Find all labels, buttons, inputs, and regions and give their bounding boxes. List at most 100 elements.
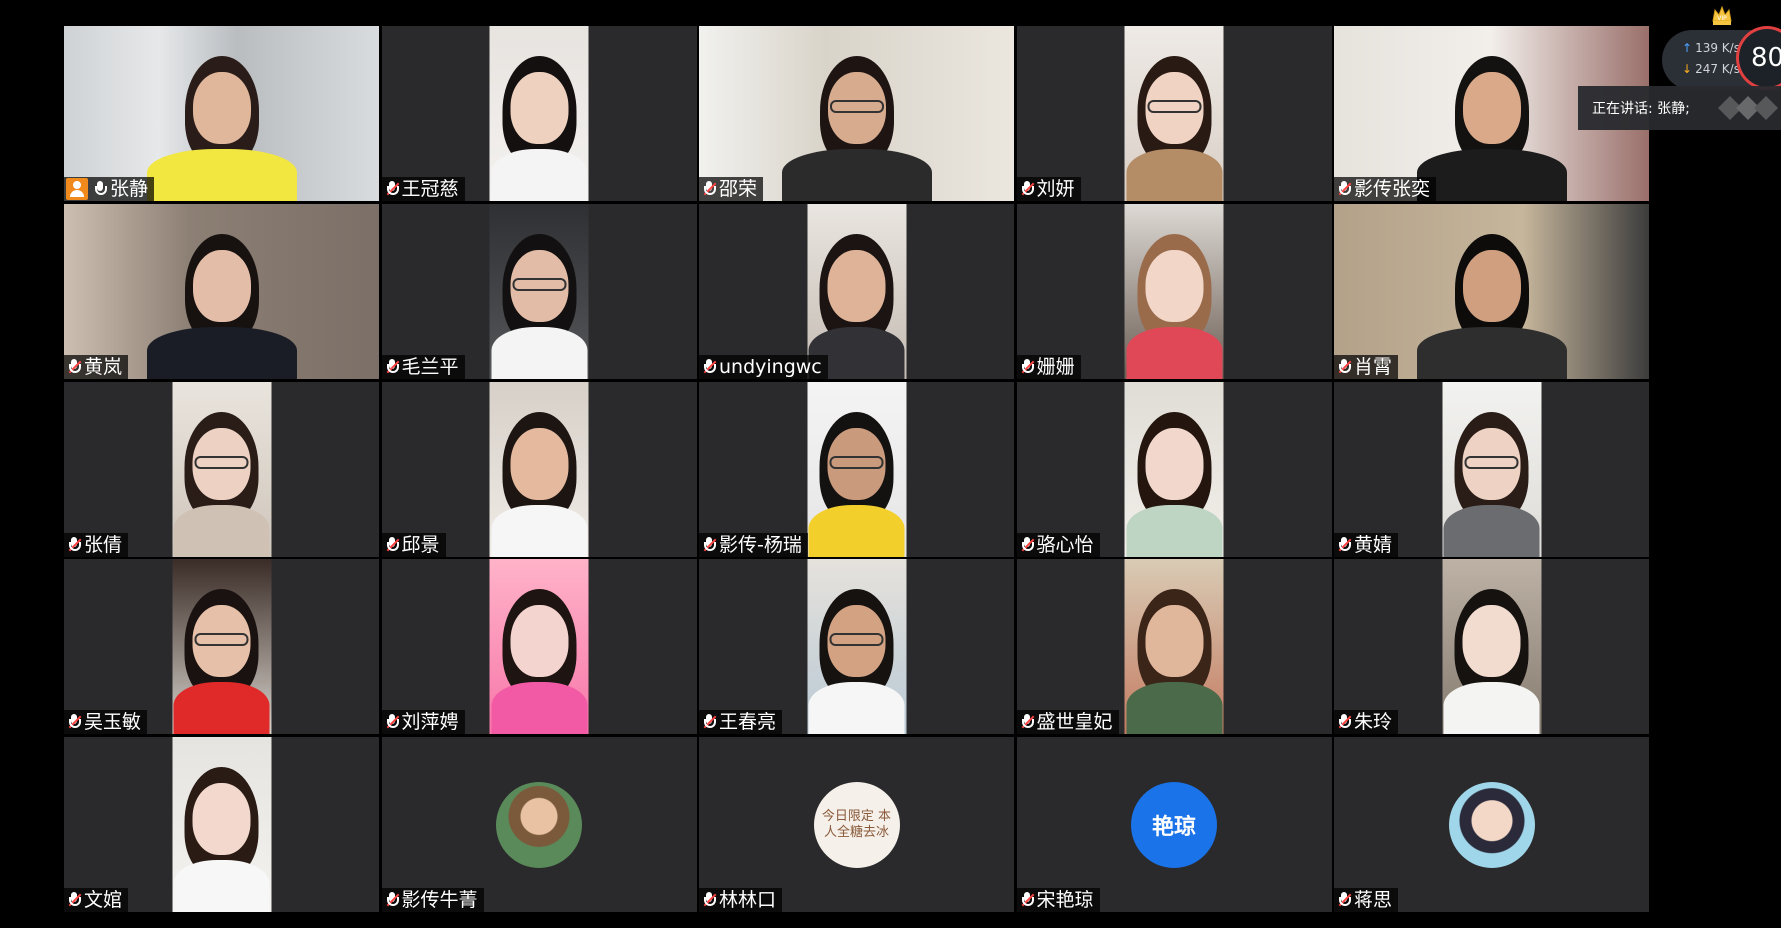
participant-tile[interactable]: 王春亮 — [699, 559, 1014, 735]
mic-muted-icon — [66, 536, 82, 554]
participant-tile[interactable]: 盛世皇妃 — [1016, 559, 1332, 735]
participant-tile[interactable]: 邱景 — [381, 381, 697, 557]
face-shape — [1462, 72, 1521, 144]
participant-name-tag: 吴玉敏 — [64, 710, 148, 735]
download-speed: ↓ 247 K/s — [1682, 62, 1740, 76]
mic-muted-icon — [384, 358, 400, 376]
participant-tile[interactable]: 刘萍娉 — [381, 559, 697, 735]
participant-name-tag: 盛世皇妃 — [1016, 710, 1119, 735]
participant-tile[interactable]: 今日限定 本人全糖去冰 林林口 — [699, 737, 1014, 912]
participant-name: 影传张奕 — [1354, 178, 1431, 200]
participant-video — [807, 203, 906, 379]
body-shape — [1126, 149, 1222, 201]
participant-tile[interactable]: 吴玉敏 — [64, 559, 379, 735]
face-shape — [1145, 249, 1203, 322]
participant-name: 黄婧 — [1354, 533, 1393, 556]
participant-name-tag: 邱景 — [381, 532, 446, 557]
mic-muted-icon — [701, 536, 717, 554]
avatar-caption: 今日限定 本人全糖去冰 — [821, 808, 892, 840]
mute-slash — [1338, 893, 1352, 907]
participant-tile[interactable]: 影传-杨瑞 — [699, 381, 1014, 557]
body-shape — [491, 504, 587, 557]
mute-slash — [68, 715, 82, 729]
participant-name: 朱玲 — [1354, 711, 1393, 734]
mic-muted-icon — [1336, 180, 1352, 198]
avatar-initials: 艳琼 — [1151, 814, 1196, 840]
mic-muted-icon — [1336, 713, 1352, 731]
participant-tile[interactable]: 肖霄 — [1334, 203, 1649, 379]
video-grid: 张静 王冠慈 邵荣 刘妍 影传张奕黄岚 毛兰平 undyingwc 姗姗 肖霄张倩 邱景 影传-杨瑞… — [64, 26, 1649, 912]
participant-tile[interactable]: 黄岚 — [64, 203, 379, 379]
participant-name-tag: 姗姗 — [1016, 354, 1081, 379]
meeting-window: 张静 王冠慈 邵荣 刘妍 影传张奕黄岚 毛兰平 undyingwc 姗姗 肖霄张倩 邱景 影传-杨瑞… — [0, 0, 1781, 928]
upload-speed: ↑ 139 K/s — [1682, 41, 1740, 55]
participant-video — [699, 26, 1014, 201]
participant-tile[interactable]: 骆心怡 — [1016, 381, 1332, 557]
glasses-shape — [194, 633, 249, 647]
participant-name: 吴玉敏 — [84, 711, 142, 734]
body-shape — [1126, 682, 1222, 735]
mute-slash — [68, 893, 82, 907]
participant-name-tag: 影传-杨瑞 — [699, 532, 808, 557]
participant-tile[interactable]: 姗姗 — [1016, 203, 1332, 379]
participant-video — [489, 26, 589, 201]
participant-name: 文婠 — [84, 889, 123, 911]
participant-tile[interactable]: 张倩 — [64, 381, 379, 557]
body-shape — [173, 682, 270, 735]
participant-name: 张静 — [110, 178, 149, 200]
svg-text:VIP: VIP — [1717, 15, 1727, 22]
glasses-shape — [829, 633, 884, 647]
mute-slash — [1021, 715, 1034, 729]
face-shape — [510, 427, 568, 500]
participant-avatar: 今日限定 本人全糖去冰 — [813, 781, 900, 868]
participant-video — [172, 737, 271, 912]
participant-name: 张倩 — [84, 533, 123, 556]
participant-avatar — [1448, 781, 1535, 868]
participant-name-tag: 骆心怡 — [1016, 532, 1100, 557]
participant-tile[interactable]: 蒋思 — [1334, 737, 1649, 912]
mute-slash — [68, 360, 82, 374]
participant-video — [807, 381, 906, 557]
body-shape — [1126, 326, 1222, 379]
mic-muted-icon — [384, 713, 400, 731]
face-shape — [1462, 605, 1521, 678]
participant-name-tag: 黄婧 — [1334, 532, 1399, 557]
download-arrow-icon: ↓ — [1682, 62, 1693, 76]
participant-name: 姗姗 — [1036, 355, 1075, 378]
participant-name: 刘萍娉 — [401, 711, 459, 734]
body-shape — [146, 326, 297, 379]
participant-tile[interactable]: 邵荣 — [699, 26, 1014, 201]
mic-muted-icon — [66, 891, 82, 909]
participant-tile[interactable]: 张静 — [64, 26, 379, 201]
participant-tile[interactable]: 文婠 — [64, 737, 379, 912]
mic-muted-icon — [1019, 536, 1035, 554]
participant-name-tag: 张静 — [64, 177, 155, 201]
body-shape — [491, 326, 587, 379]
participant-tile[interactable]: 王冠慈 — [381, 26, 697, 201]
body-shape — [781, 149, 932, 201]
body-shape — [1416, 149, 1567, 201]
participant-video — [64, 26, 379, 201]
mic-muted-icon — [1019, 713, 1035, 731]
participant-avatar: 艳琼 — [1131, 781, 1217, 868]
participant-tile[interactable]: 毛兰平 — [381, 203, 697, 379]
participant-name: 影传-杨瑞 — [719, 533, 802, 556]
participant-tile[interactable]: 朱玲 — [1334, 559, 1649, 735]
body-shape — [808, 504, 905, 557]
participant-tile[interactable]: undyingwc — [699, 203, 1014, 379]
mic-muted-icon — [384, 891, 400, 909]
participant-name-tag: 影传张奕 — [1334, 177, 1437, 201]
mic-muted-icon — [384, 536, 400, 554]
participant-tile[interactable]: 艳琼 宋艳琼 — [1016, 737, 1332, 912]
participant-tile[interactable]: 黄婧 — [1334, 381, 1649, 557]
participant-name-tag: 王春亮 — [699, 710, 783, 735]
participant-name: 王冠慈 — [401, 178, 459, 200]
participant-video — [1124, 559, 1224, 735]
body-shape — [808, 682, 905, 735]
participant-tile[interactable]: 刘妍 — [1016, 26, 1332, 201]
participant-tile[interactable]: 影传牛菁 — [381, 737, 697, 912]
participant-name: undyingwc — [719, 355, 822, 378]
glasses-shape — [194, 455, 249, 469]
face-shape — [192, 783, 251, 855]
mute-slash — [1021, 893, 1034, 907]
